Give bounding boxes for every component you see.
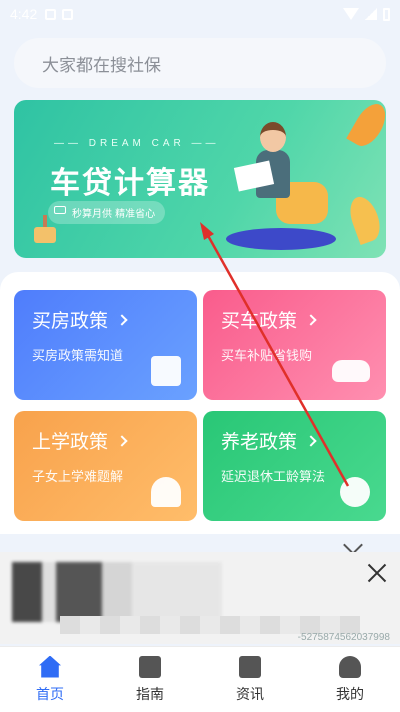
signal-icon: [365, 8, 377, 20]
image-notification-icon: [45, 8, 57, 20]
banner-tagline: 秒算月供 精准省心: [48, 201, 166, 224]
app-notification-icon: [62, 8, 74, 20]
tab-news[interactable]: 资讯: [200, 647, 300, 712]
car-loan-calculator-banner[interactable]: —— DREAM CAR —— 车贷计算器 秒算月供 精准省心: [14, 100, 386, 258]
tab-label: 我的: [336, 686, 364, 703]
car-policy-card[interactable]: 买车政策 买车补贴省钱购: [203, 290, 386, 400]
wifi-icon: [343, 8, 359, 20]
school-icon: [151, 477, 181, 507]
tab-label: 资讯: [236, 686, 264, 703]
reading-person-illustration: [226, 120, 346, 250]
card-title: 买房政策: [32, 310, 109, 332]
home-icon: [39, 655, 61, 678]
school-policy-card[interactable]: 上学政策 子女上学难题解: [14, 411, 197, 521]
status-bar: 4:42: [0, 0, 400, 28]
leaf-decoration: [344, 192, 386, 246]
close-icon[interactable]: [366, 562, 388, 584]
lamp-illustration: [30, 215, 60, 245]
ad-banner[interactable]: [0, 552, 400, 644]
status-time: 4:42: [10, 6, 38, 22]
house-policy-card[interactable]: 买房政策 买房政策需知道: [14, 290, 197, 400]
bottom-tab-bar: 首页 指南 资讯 我的: [0, 646, 400, 712]
search-placeholder: 大家都在搜社保: [42, 55, 161, 76]
person-icon: [339, 655, 361, 678]
calculator-icon: [139, 655, 161, 678]
chevron-right-icon: [116, 435, 128, 447]
car-icon: [332, 360, 370, 382]
search-bar[interactable]: 大家都在搜社保: [14, 38, 386, 88]
card-title: 买车政策: [221, 310, 298, 332]
battery-icon: [383, 7, 390, 21]
tab-mine[interactable]: 我的: [300, 647, 400, 712]
building-icon: [151, 356, 181, 386]
elder-icon: [340, 477, 370, 507]
ad-id-text: -5275874562037998: [297, 632, 390, 643]
news-icon: [239, 655, 261, 678]
policy-panel: 买房政策 买房政策需知道 买车政策 买车补贴省钱购 上学政策 子女上学难题解 养…: [0, 272, 400, 534]
card-title: 上学政策: [32, 431, 109, 453]
calculator-icon: [54, 206, 66, 214]
tab-guide[interactable]: 指南: [100, 647, 200, 712]
chevron-right-icon: [116, 314, 128, 326]
tab-label: 首页: [36, 686, 64, 703]
ad-image-blurred: [12, 562, 222, 622]
tab-label: 指南: [136, 686, 164, 703]
chevron-right-icon: [305, 314, 317, 326]
banner-title: 车贷计算器: [50, 166, 210, 201]
tab-home[interactable]: 首页: [0, 647, 100, 712]
card-title: 养老政策: [221, 431, 298, 453]
pension-policy-card[interactable]: 养老政策 延迟退休工龄算法: [203, 411, 386, 521]
banner-subtitle: —— DREAM CAR ——: [54, 138, 220, 149]
leaf-decoration: [346, 100, 386, 152]
chevron-right-icon: [305, 435, 317, 447]
